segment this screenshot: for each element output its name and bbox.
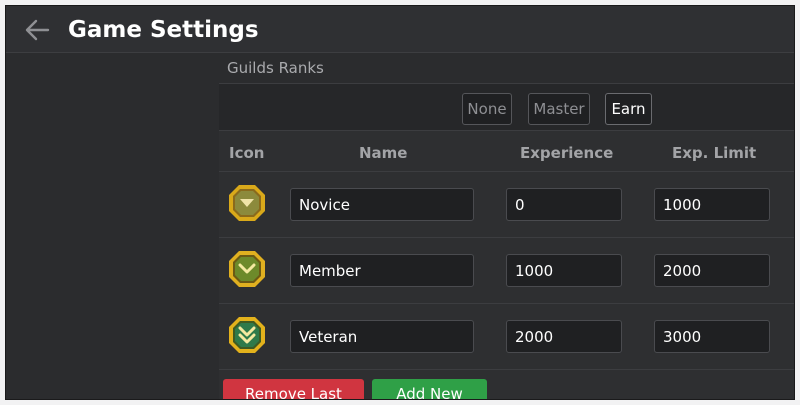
column-header-exp-limit: Exp. Limit xyxy=(672,144,757,162)
column-header-experience: Experience xyxy=(520,144,614,162)
rank-row xyxy=(219,238,794,304)
column-header-name: Name xyxy=(359,144,408,162)
rank-name-input[interactable] xyxy=(290,254,474,287)
remove-last-rank-button[interactable]: Remove Last Rank xyxy=(223,379,364,399)
rank-row xyxy=(219,172,794,238)
page-title: Game Settings xyxy=(68,17,259,43)
settings-window: Game Settings Guilds Ranks None Master E… xyxy=(5,5,795,400)
rank-novice-icon xyxy=(229,185,265,221)
rank-name-input[interactable] xyxy=(290,320,474,353)
rank-experience-input[interactable] xyxy=(506,188,622,221)
add-new-rank-button[interactable]: Add New Rank xyxy=(372,379,487,399)
rank-member-icon xyxy=(229,251,265,287)
rank-veteran-icon xyxy=(229,317,265,353)
header-bar: Game Settings xyxy=(6,6,794,53)
rank-experience-input[interactable] xyxy=(506,254,622,287)
column-header-icon: Icon xyxy=(229,144,265,162)
filter-master-button[interactable]: Master xyxy=(528,93,590,125)
rank-experience-input[interactable] xyxy=(506,320,622,353)
filter-earn-button[interactable]: Earn xyxy=(605,93,652,125)
rank-name-input[interactable] xyxy=(290,188,474,221)
rank-exp-limit-input[interactable] xyxy=(654,320,770,353)
filter-bar: None Master Earn xyxy=(219,83,794,131)
sidebar xyxy=(6,53,218,399)
ranks-panel: None Master Earn Icon Name Experience Ex… xyxy=(219,83,794,399)
rank-exp-limit-input[interactable] xyxy=(654,254,770,287)
filter-none-button[interactable]: None xyxy=(462,93,512,125)
section-label: Guilds Ranks xyxy=(227,59,324,77)
rank-row xyxy=(219,304,794,370)
arrow-left-icon[interactable] xyxy=(24,18,50,42)
rank-exp-limit-input[interactable] xyxy=(654,188,770,221)
